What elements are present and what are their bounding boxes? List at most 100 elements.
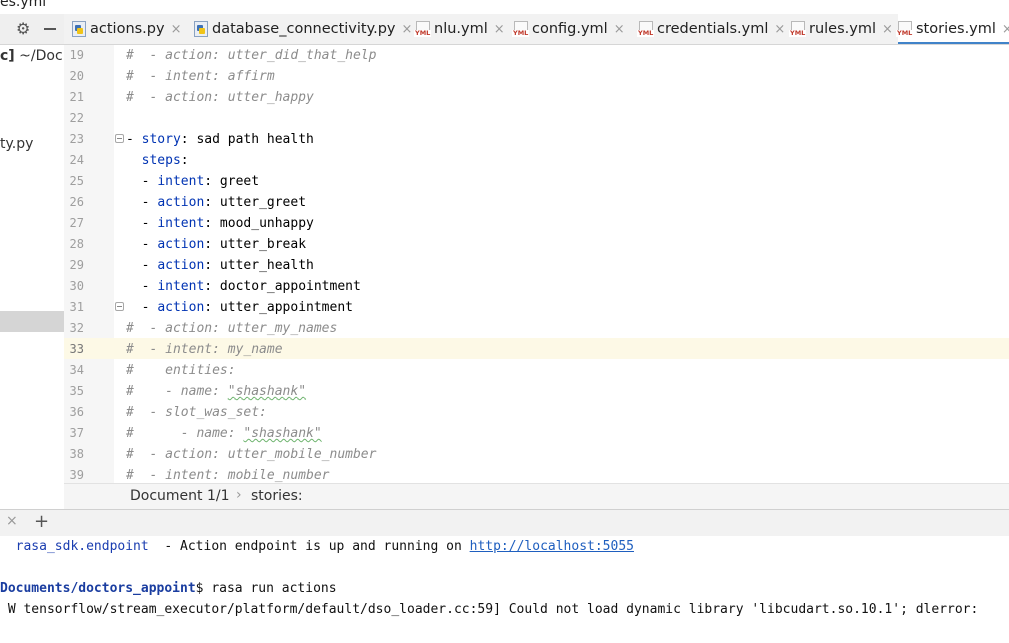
fold-marker-icon[interactable] (115, 134, 124, 143)
yml-badge: YML (896, 29, 914, 37)
editor-tab-label: rules.yml (809, 21, 876, 37)
code-dash: - (126, 132, 142, 147)
editor-tab-label: stories.yml (916, 21, 996, 37)
project-file-node[interactable]: ty.py (0, 136, 33, 152)
yaml-file-icon: YML (789, 21, 807, 37)
project-root-node[interactable]: c] ~/Doc (0, 48, 63, 64)
code-line: # - intent: my_name (126, 339, 283, 360)
editor-tab[interactable]: database_connectivity.py × (194, 14, 412, 44)
breadcrumb-path[interactable]: stories: (251, 488, 303, 504)
code-line: - story: sad path health (126, 129, 314, 150)
code-comment-string: "shashank" (243, 426, 322, 441)
editor-tab[interactable]: actions.py × (72, 14, 190, 44)
code-dash: - (141, 279, 158, 294)
terminal-output[interactable]: rasa_sdk.endpoint - Action endpoint is u… (0, 536, 1009, 643)
code-key: intent (157, 279, 205, 294)
code-line: # - intent: affirm (126, 66, 275, 87)
code-comment: # - action: utter_happy (126, 90, 314, 105)
yml-badge: YML (789, 29, 807, 37)
code-dash: - (141, 237, 158, 252)
line-number: 37 (69, 426, 84, 440)
yml-badge: YML (637, 29, 655, 37)
line-number: 31 (69, 300, 84, 314)
yml-badge: YML (414, 29, 432, 37)
line-number: 32 (69, 321, 84, 335)
python-file-icon (72, 21, 86, 37)
line-number: 23 (69, 132, 84, 146)
code-line: # - name: "shashank" (126, 381, 306, 402)
line-number: 29 (69, 258, 84, 272)
editor-tab-label: actions.py (90, 21, 165, 37)
code-value: : mood_unhappy (204, 216, 314, 231)
code-key: action (157, 237, 205, 252)
project-selected-row[interactable] (0, 311, 64, 332)
code-key: action (157, 258, 205, 273)
code-line: - intent: doctor_appointment (126, 276, 361, 297)
editor-tab[interactable]: YML config.yml × (512, 14, 635, 44)
editor-tab-label: database_connectivity.py (212, 21, 396, 37)
code-key: intent (157, 174, 205, 189)
close-tab-icon[interactable]: × (402, 22, 413, 37)
code-value: : utter_greet (204, 195, 307, 210)
close-tab-icon[interactable]: × (494, 22, 505, 37)
close-tab-icon[interactable]: × (774, 22, 785, 37)
close-tab-icon[interactable]: × (171, 22, 182, 37)
editor-tab-label: credentials.yml (657, 21, 769, 37)
line-number: 34 (69, 363, 84, 377)
localhost-link[interactable]: http://localhost:5055 (470, 539, 634, 554)
terminal-tab-bar: × + (0, 509, 1009, 537)
code-comment: # - intent: my_name (126, 342, 283, 357)
add-terminal-icon[interactable]: + (34, 511, 49, 532)
close-tab-icon[interactable]: × (1002, 22, 1009, 37)
line-number: 20 (69, 69, 84, 83)
terminal-warning-line: W tensorflow/stream_executor/platform/de… (0, 602, 987, 617)
yml-badge: YML (512, 29, 530, 37)
fold-marker-icon[interactable] (115, 302, 124, 311)
window-title: es.yml (0, 0, 47, 10)
line-number: 24 (69, 153, 84, 167)
code-line: # - name: "shashank" (126, 423, 322, 444)
line-number: 25 (69, 174, 84, 188)
code-value: : doctor_appointment (204, 279, 361, 294)
code-line: - action: utter_break (126, 234, 306, 255)
line-number: 26 (69, 195, 84, 209)
code-value: : utter_appointment (204, 300, 353, 315)
editor-tab-label: config.yml (532, 21, 608, 37)
terminal-prompt-line: Documents/doctors_appoint$ rasa run acti… (0, 579, 337, 599)
code-dash: - (141, 300, 158, 315)
editor-tab[interactable]: YML credentials.yml × (637, 14, 787, 44)
code-comment: # - action: utter_my_names (126, 321, 338, 336)
code-line: # - action: utter_did_that_help (126, 45, 376, 66)
project-toolbar: ⚙ (0, 14, 64, 45)
close-terminal-icon[interactable]: × (6, 513, 18, 529)
line-number: 22 (69, 111, 84, 125)
code-value: : utter_health (204, 258, 314, 273)
code-line: steps: (126, 150, 189, 171)
close-tab-icon[interactable]: × (614, 22, 625, 37)
project-panel: ⚙ c] ~/Doc ty.py (0, 14, 65, 508)
code-key: story (141, 132, 181, 147)
code-dash: - (141, 258, 158, 273)
breadcrumb-separator-icon: › (236, 487, 242, 503)
yaml-file-icon: YML (637, 21, 655, 37)
code-comment: # - slot_was_set: (126, 405, 267, 420)
code-comment: # - intent: affirm (126, 69, 275, 84)
yaml-file-icon: YML (896, 21, 914, 37)
breadcrumb-document[interactable]: Document 1/1 (130, 488, 230, 504)
line-number: 28 (69, 237, 84, 251)
yaml-file-icon: YML (414, 21, 432, 37)
terminal-command: $ rasa run actions (195, 581, 337, 596)
minimize-icon[interactable] (42, 20, 58, 36)
editor-tab-label: nlu.yml (434, 21, 488, 37)
editor-tab[interactable]: YMLstories.yml × (896, 14, 1009, 44)
editor-tab[interactable]: YML nlu.yml × (414, 14, 510, 44)
close-tab-icon[interactable]: × (882, 22, 893, 37)
gear-icon[interactable]: ⚙ (16, 20, 30, 38)
code-value: : sad path health (180, 132, 314, 147)
editor-tab[interactable]: YML rules.yml × (789, 14, 894, 44)
code-key: intent (157, 216, 205, 231)
